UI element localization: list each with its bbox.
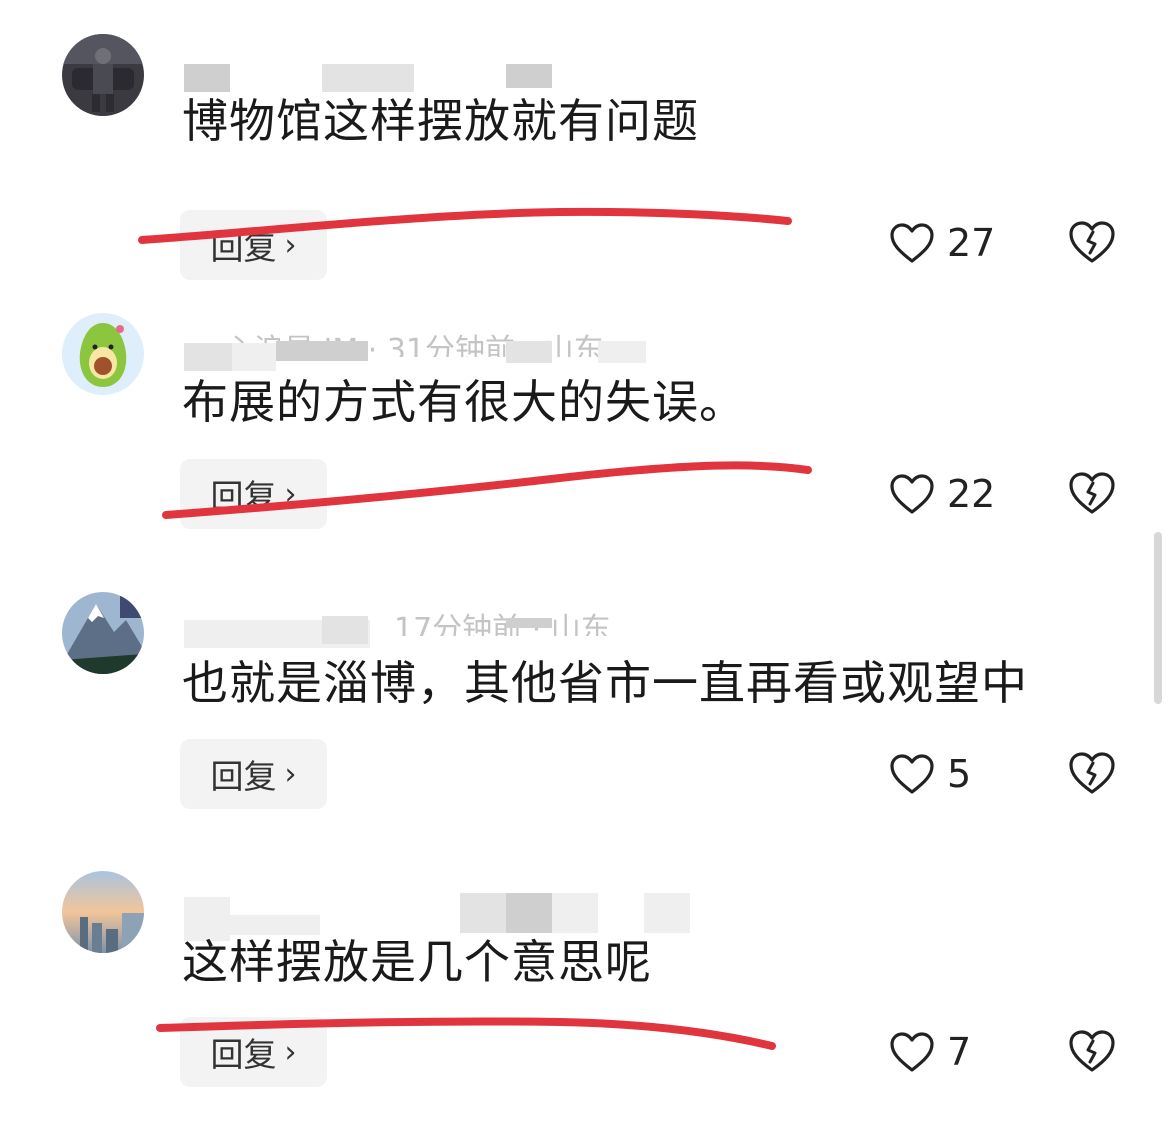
broken-heart-icon[interactable] — [1068, 471, 1116, 515]
reply-label: 回复 — [210, 757, 277, 796]
avatar[interactable] — [62, 871, 144, 953]
mountain-avatar-image — [62, 592, 144, 674]
heart-outline-icon — [890, 474, 934, 514]
chevron-right-icon: › — [284, 476, 297, 512]
comment-item: 17分钟前 · 山东 也就是淄博，其他省市一直再看或观望中 回复 › 5 — [0, 588, 1170, 867]
comment-meta — [184, 885, 804, 941]
reply-button[interactable]: 回复 › — [180, 1017, 327, 1087]
reply-label: 回复 — [210, 228, 277, 267]
comment-meta-text: 17分钟前 · 山东 — [394, 612, 611, 636]
comment-meta — [184, 48, 804, 92]
comment-text: 这样摆放是几个意思呢 — [182, 935, 652, 989]
sunset-city-avatar-image — [62, 871, 144, 953]
like-button[interactable]: 7 — [889, 1027, 971, 1077]
reply-button[interactable]: 回复 › — [180, 210, 327, 280]
broken-heart-icon[interactable] — [1068, 1029, 1116, 1073]
comment-meta: 心浪星 IM · 31分钟前 · 山东 — [184, 327, 804, 371]
broken-heart-icon[interactable] — [1068, 220, 1116, 264]
comment-meta: 17分钟前 · 山东 — [184, 606, 804, 648]
comment-item: 博物馆这样摆放就有问题 回复 › 27 — [0, 30, 1170, 309]
avocado-avatar-image — [62, 313, 144, 395]
comment-item: 这样摆放是几个意思呢 回复 › 7 — [0, 867, 1170, 1146]
avatar[interactable] — [62, 592, 144, 674]
avatar[interactable] — [62, 34, 144, 116]
reply-button[interactable]: 回复 › — [180, 459, 327, 529]
like-button[interactable]: 27 — [889, 218, 995, 268]
chevron-right-icon: › — [284, 227, 297, 263]
avatar[interactable] — [62, 313, 144, 395]
reply-label: 回复 — [210, 477, 277, 516]
comment-text: 博物馆这样摆放就有问题 — [182, 94, 699, 148]
chevron-right-icon: › — [284, 756, 297, 792]
like-count: 22 — [947, 472, 996, 516]
armored-figure-avatar-image — [62, 34, 144, 116]
like-count: 7 — [947, 1030, 972, 1074]
like-button[interactable]: 5 — [889, 749, 971, 799]
scrollbar[interactable] — [1154, 532, 1162, 704]
heart-outline-icon — [890, 223, 934, 263]
like-button[interactable]: 22 — [889, 469, 995, 519]
heart-outline-icon — [890, 1032, 934, 1072]
chevron-right-icon: › — [284, 1034, 297, 1070]
heart-outline-icon — [890, 754, 934, 794]
reply-button[interactable]: 回复 › — [180, 739, 327, 809]
broken-heart-icon[interactable] — [1068, 751, 1116, 795]
like-count: 27 — [947, 221, 996, 265]
comment-item: 心浪星 IM · 31分钟前 · 山东 布展的方式有很大的失误。 回复 › 22 — [0, 309, 1170, 588]
comment-text: 也就是淄博，其他省市一直再看或观望中 — [182, 656, 1028, 710]
comment-text: 布展的方式有很大的失误。 — [182, 375, 746, 429]
reply-label: 回复 — [210, 1035, 277, 1074]
like-count: 5 — [947, 752, 972, 796]
